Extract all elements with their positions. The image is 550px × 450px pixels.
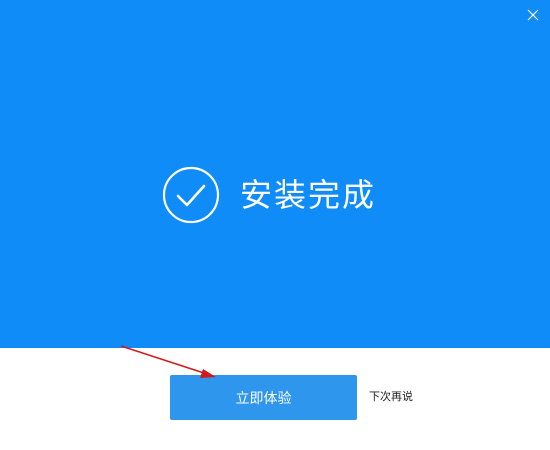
- install-complete-text: 安装完成: [240, 176, 377, 214]
- check-circle-icon: [162, 166, 220, 224]
- close-icon: [527, 9, 539, 21]
- installer-dialog: 安装完成 立即体验 下次再说: [0, 0, 550, 450]
- install-status: 安装完成: [162, 166, 376, 224]
- completion-banner: 安装完成: [0, 0, 550, 348]
- close-button[interactable]: [524, 6, 542, 24]
- maybe-later-link[interactable]: 下次再说: [369, 389, 413, 405]
- try-now-button[interactable]: 立即体验: [170, 375, 357, 420]
